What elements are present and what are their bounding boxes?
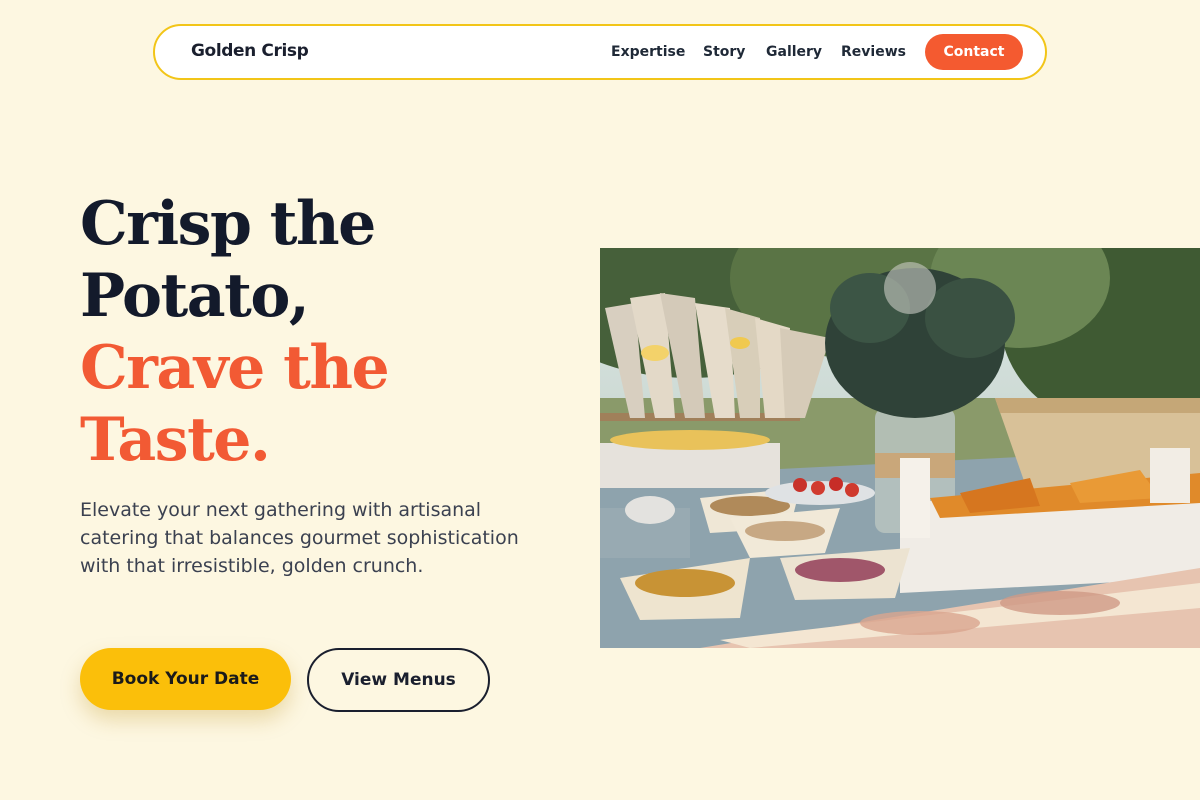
- hero-headline: Crisp the Potato, Crave the Taste.: [80, 188, 390, 476]
- nav-link-gallery[interactable]: Gallery: [766, 44, 822, 60]
- headline-line: Potato,: [80, 261, 310, 331]
- nav-link-expertise[interactable]: Expertise: [611, 44, 685, 60]
- headline-line: Crisp the: [80, 189, 376, 259]
- nav-link-story[interactable]: Story: [703, 44, 745, 60]
- hero-catering-photo: [600, 248, 1200, 648]
- headline-accent-line: Crave the: [80, 333, 390, 403]
- view-menus-button[interactable]: View Menus: [307, 648, 490, 712]
- headline-accent-line: Taste.: [80, 405, 271, 475]
- nav-link-reviews[interactable]: Reviews: [841, 44, 906, 60]
- top-navigation-bar: Golden Crisp Expertise Story Gallery Rev…: [153, 24, 1047, 80]
- contact-button[interactable]: Contact: [925, 34, 1023, 70]
- hero-description: Elevate your next gathering with artisan…: [80, 499, 519, 577]
- catering-table-illustration: [600, 248, 1200, 648]
- brand-logo[interactable]: Golden Crisp: [191, 41, 309, 61]
- book-your-date-button[interactable]: Book Your Date: [80, 648, 291, 710]
